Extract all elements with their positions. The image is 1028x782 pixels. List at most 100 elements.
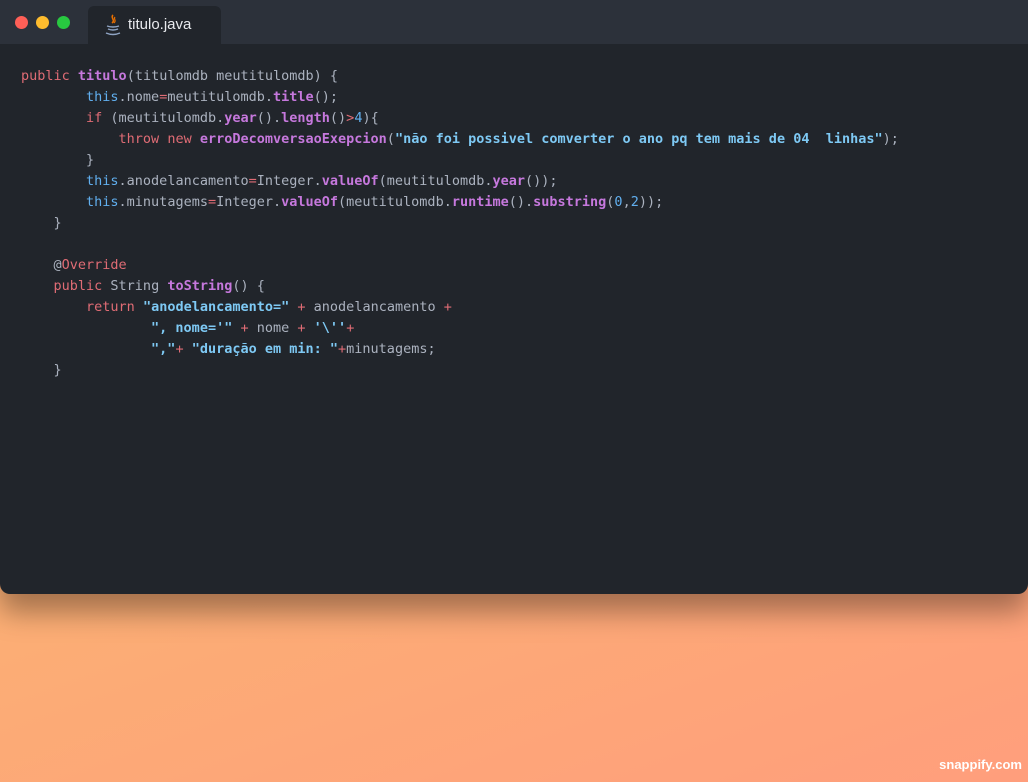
code-token: ));: [638, 194, 664, 210]
code-token: @: [21, 257, 62, 273]
code-token: anodelancamento: [305, 299, 444, 315]
code-token: this: [86, 173, 119, 189]
code-token: year: [492, 173, 525, 189]
code-token: (: [386, 131, 395, 147]
code-token: this: [86, 194, 119, 210]
code-token: toString: [167, 278, 233, 294]
code-line: }: [21, 213, 899, 234]
code-window: titulo.java public titulo(titulomdb meut…: [0, 0, 1028, 594]
code-token: +: [297, 299, 306, 315]
code-token: if: [86, 110, 103, 126]
code-token: meutitulomdb.: [167, 89, 273, 105]
code-token: "duração em min: ": [191, 341, 339, 357]
code-token: +: [346, 320, 355, 336]
code-line: }: [21, 360, 899, 381]
code-token: +: [443, 299, 452, 315]
code-line: public titulo(titulomdb meutitulomdb) {: [21, 66, 899, 87]
code-token: (meutitulomdb.: [378, 173, 493, 189]
code-token: title: [273, 89, 314, 105]
code-line: @Override: [21, 255, 899, 276]
code-token: ().: [508, 194, 534, 210]
zoom-window-button[interactable]: [57, 16, 70, 29]
code-token: .minutagems: [118, 194, 208, 210]
code-token: () {: [232, 278, 265, 294]
code-token: titulo: [77, 68, 127, 84]
code-token: +: [240, 320, 249, 336]
java-icon: [104, 14, 122, 36]
code-token: return: [86, 299, 135, 315]
code-token: valueOf: [281, 194, 339, 210]
code-line: ","+ "duração em min: "+minutagems;: [21, 339, 899, 360]
code-token: ){: [362, 110, 379, 126]
code-token: Override: [61, 257, 127, 273]
code-line: this.minutagems=Integer.valueOf(meutitul…: [21, 192, 899, 213]
code-token: +: [175, 341, 184, 357]
code-line: this.anodelancamento=Integer.valueOf(meu…: [21, 171, 899, 192]
watermark-text: snappify.com: [939, 757, 1022, 772]
code-token: +: [297, 320, 306, 336]
code-line: public String toString() {: [21, 276, 899, 297]
code-token: .nome: [118, 89, 160, 105]
code-token: new: [167, 131, 192, 147]
code-token: Integer.: [216, 194, 282, 210]
code-token: 2: [630, 194, 639, 210]
code-token: Integer.: [256, 173, 322, 189]
minimize-window-button[interactable]: [36, 16, 49, 29]
code-token: minutagems;: [346, 341, 436, 357]
code-token: (meutitulomdb.: [102, 110, 225, 126]
code-token: (): [329, 110, 347, 126]
code-token: =: [248, 173, 257, 189]
code-line: }: [21, 150, 899, 171]
code-token: ();: [313, 89, 339, 105]
code-line: if (meutitulomdb.year().length()>4){: [21, 108, 899, 129]
code-token: =: [207, 194, 217, 210]
code-token: +: [338, 341, 347, 357]
code-token: erroDecomversaoExepcion: [199, 131, 387, 147]
code-line: throw new erroDecomversaoExepcion("não f…: [21, 129, 899, 150]
code-token: ",": [151, 341, 176, 357]
code-line: this.nome=meutitulomdb.title();: [21, 87, 899, 108]
tab-titulo-java[interactable]: titulo.java: [88, 6, 221, 44]
code-token: "não foi possivel comverter o ano pq tem…: [394, 131, 883, 147]
code-token: length: [281, 110, 330, 126]
code-token: (meutitulomdb.: [338, 194, 452, 210]
code-token: ());: [524, 173, 558, 189]
code-token: valueOf: [321, 173, 379, 189]
code-token: throw: [118, 131, 160, 147]
close-window-button[interactable]: [15, 16, 28, 29]
code-token: ", nome='": [151, 320, 233, 336]
code-token: "anodelancamento=": [142, 299, 290, 315]
code-editor[interactable]: public titulo(titulomdb meutitulomdb) { …: [21, 66, 899, 381]
code-token: year: [224, 110, 257, 126]
code-token: '\'': [313, 320, 347, 336]
code-token: runtime: [451, 194, 509, 210]
code-token: public: [53, 278, 103, 294]
code-token: ().: [256, 110, 282, 126]
code-token: this: [86, 89, 119, 105]
tab-label: titulo.java: [128, 16, 192, 33]
code-token: .anodelancamento: [118, 173, 249, 189]
code-token: String: [102, 278, 168, 294]
code-line: ", nome='" + nome + '\''+: [21, 318, 899, 339]
code-token: public: [21, 68, 70, 84]
code-token: substring: [533, 194, 607, 210]
title-bar: titulo.java: [0, 0, 1028, 44]
code-token: }: [21, 362, 62, 378]
code-token: }: [21, 215, 62, 231]
code-token: nome: [248, 320, 298, 336]
code-token: 0: [614, 194, 623, 210]
